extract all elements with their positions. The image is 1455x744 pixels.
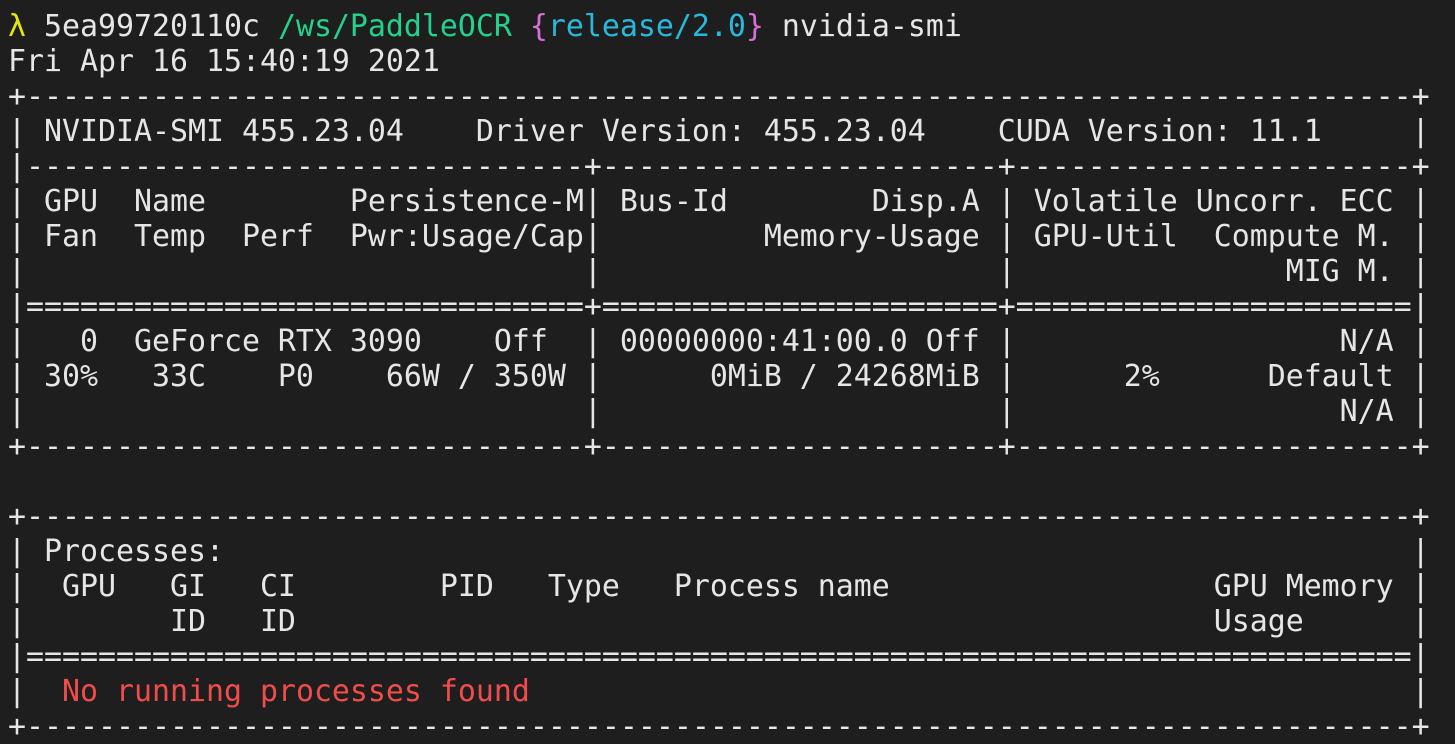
prompt-brace-open: { (529, 9, 548, 44)
processes-header-row-1: | GPU GI CI PID Type Process name GPU Me… (8, 569, 1430, 604)
smi-gpu-row-1: | 0 GeForce RTX 3090 Off | 00000000:41:0… (8, 324, 1430, 359)
terminal-window[interactable]: λ 5ea99720110c /ws/PaddleOCR {release/2.… (0, 0, 1455, 744)
smi-gpu-row-2: | 30% 33C P0 66W / 350W | 0MiB / 24268Mi… (8, 359, 1430, 394)
smi-gpu-row-3: | | | N/A | (8, 394, 1430, 429)
prompt-working-directory: /ws/PaddleOCR (277, 9, 512, 44)
processes-header-row-2: | ID ID Usage | (8, 604, 1430, 639)
smi-column-header-row-2: | Fan Temp Perf Pwr:Usage/Cap| Memory-Us… (8, 219, 1430, 254)
prompt-command: nvidia-smi (781, 9, 962, 44)
processes-empty-row-right-border: | (529, 674, 1430, 709)
prompt-lambda-symbol: λ (8, 9, 26, 44)
processes-border-bottom: +---------------------------------------… (8, 709, 1430, 744)
smi-column-header-row-3: | | | MIG M. | (8, 254, 1430, 289)
smi-gpu-border-bottom: +-------------------------------+-------… (8, 429, 1430, 464)
smi-column-header-separator: |===============================+=======… (8, 289, 1430, 324)
smi-header-border-top: +---------------------------------------… (8, 79, 1430, 114)
prompt-git-branch: release/2.0 (547, 9, 746, 44)
output-timestamp: Fri Apr 16 15:40:19 2021 (8, 44, 440, 79)
processes-empty-row: | No running processes found | (8, 674, 1455, 709)
processes-border-top: +---------------------------------------… (8, 499, 1430, 534)
prompt-brace-close: } (745, 9, 764, 44)
smi-header-divider: |-------------------------------+-------… (8, 149, 1430, 184)
prompt-line: λ 5ea99720110c /ws/PaddleOCR {release/2.… (8, 9, 1455, 44)
smi-column-header-row-1: | GPU Name Persistence-M| Bus-Id Disp.A … (8, 184, 1430, 219)
no-processes-message: No running processes found (62, 674, 530, 709)
smi-version-row: | NVIDIA-SMI 455.23.04 Driver Version: 4… (8, 114, 1430, 149)
prompt-hostname: 5ea99720110c (44, 9, 260, 44)
processes-empty-row-left-border: | (8, 674, 62, 709)
processes-title: | Processes: | (8, 534, 1430, 569)
processes-separator: |=======================================… (8, 639, 1430, 674)
